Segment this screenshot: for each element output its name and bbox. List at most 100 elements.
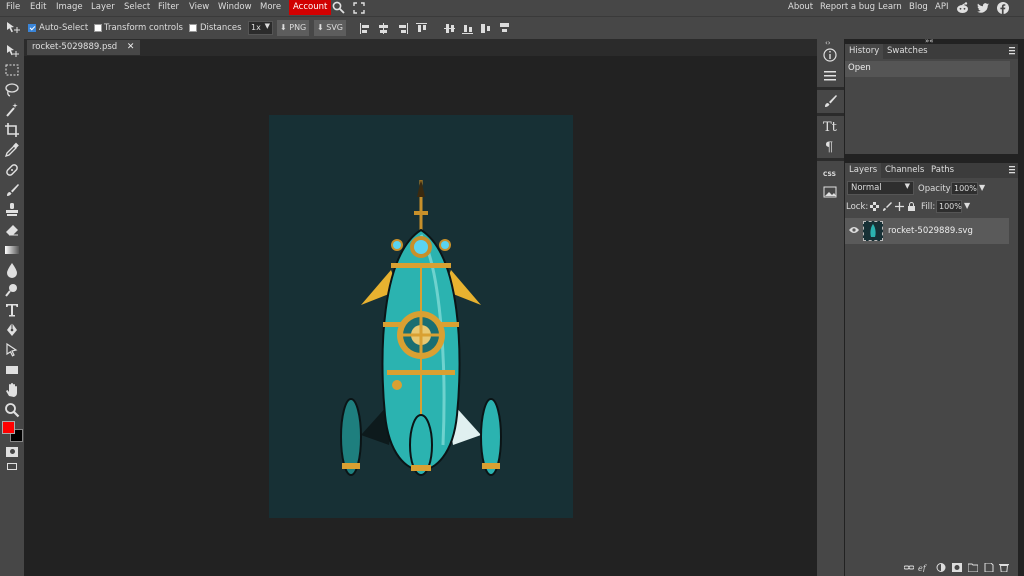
menu-edit[interactable]: Edit bbox=[30, 2, 46, 12]
opacity-dropdown-icon[interactable]: ▼ bbox=[979, 183, 985, 192]
panel-menu-icon[interactable] bbox=[1009, 166, 1015, 174]
menu-window[interactable]: Window bbox=[218, 2, 252, 12]
css-icon[interactable]: CSS bbox=[823, 166, 837, 180]
document-canvas[interactable] bbox=[269, 115, 573, 518]
export-svg-button[interactable]: ⬇ SVG bbox=[314, 20, 346, 36]
reddit-icon[interactable] bbox=[956, 2, 969, 14]
properties-icon[interactable] bbox=[823, 69, 837, 83]
menu-more[interactable]: More bbox=[260, 2, 281, 12]
link-learn[interactable]: Learn bbox=[878, 2, 902, 12]
menu-view[interactable]: View bbox=[189, 2, 209, 12]
close-icon[interactable]: ✕ bbox=[127, 42, 135, 52]
tab-paths[interactable]: Paths bbox=[931, 165, 954, 175]
document-tab[interactable]: rocket-5029889.psd ✕ bbox=[27, 40, 141, 55]
export-png-button[interactable]: ⬇ PNG bbox=[277, 20, 310, 36]
eraser-tool-button[interactable] bbox=[4, 222, 20, 238]
lock-all-icon[interactable] bbox=[907, 202, 916, 211]
layer-row[interactable]: rocket-5029889.svg bbox=[845, 218, 1009, 244]
link-layers-icon[interactable] bbox=[903, 563, 915, 572]
fill-dropdown-icon[interactable]: ▼ bbox=[964, 201, 970, 210]
align-right-icon[interactable] bbox=[397, 23, 408, 34]
move-tool-button[interactable] bbox=[4, 43, 20, 59]
menu-file[interactable]: File bbox=[6, 2, 20, 12]
menu-layer[interactable]: Layer bbox=[91, 2, 115, 12]
path-select-tool-button[interactable] bbox=[4, 342, 20, 358]
blur-tool-button[interactable] bbox=[4, 262, 20, 278]
eyedropper-tool-button[interactable] bbox=[4, 142, 20, 158]
marquee-tool-button[interactable] bbox=[4, 62, 20, 78]
screen-mode-icon[interactable] bbox=[7, 463, 17, 470]
eye-icon[interactable] bbox=[849, 226, 859, 234]
transform-controls-label: Transform controls bbox=[104, 23, 183, 33]
tab-layers[interactable]: Layers bbox=[845, 163, 882, 178]
quick-mask-icon[interactable] bbox=[6, 447, 18, 457]
menu-account[interactable]: Account bbox=[289, 0, 332, 15]
brush-settings-icon[interactable] bbox=[823, 94, 837, 108]
brush-tool-button[interactable] bbox=[4, 182, 20, 198]
new-folder-icon[interactable] bbox=[967, 563, 979, 573]
lasso-tool-button[interactable] bbox=[4, 82, 20, 98]
expand-left-icon[interactable]: ‹› bbox=[825, 39, 831, 47]
delete-layer-icon[interactable] bbox=[999, 563, 1009, 573]
tab-channels[interactable]: Channels bbox=[885, 165, 924, 175]
foreground-color-swatch-top[interactable] bbox=[2, 421, 15, 434]
options-bar: Auto-Select Transform controls Distances… bbox=[0, 16, 1024, 39]
blend-mode-value: Normal bbox=[851, 183, 882, 193]
zoom-select[interactable]: 1x ▼ bbox=[248, 21, 273, 35]
stamp-tool-button[interactable] bbox=[4, 202, 20, 218]
magic-wand-tool-button[interactable] bbox=[4, 102, 20, 118]
menu-filter[interactable]: Filter bbox=[158, 2, 179, 12]
auto-select-checkbox[interactable] bbox=[28, 24, 36, 32]
crop-tool-button[interactable] bbox=[4, 122, 20, 138]
link-blog[interactable]: Blog bbox=[909, 2, 928, 12]
align-bottom-icon[interactable] bbox=[462, 23, 473, 34]
link-report-bug[interactable]: Report a bug bbox=[820, 2, 875, 12]
lock-transparency-icon[interactable] bbox=[870, 202, 879, 211]
tab-history[interactable]: History bbox=[845, 44, 884, 59]
paragraph-icon[interactable]: ¶ bbox=[823, 139, 837, 155]
opacity-label: Opacity: bbox=[918, 184, 953, 194]
shape-tool-button[interactable] bbox=[4, 362, 20, 378]
transform-controls-checkbox[interactable] bbox=[94, 24, 102, 32]
zoom-tool-button[interactable] bbox=[4, 402, 20, 418]
link-about[interactable]: About bbox=[788, 2, 813, 12]
align-middle-v-icon[interactable] bbox=[444, 23, 455, 34]
image-icon[interactable] bbox=[823, 185, 837, 199]
align-top-icon[interactable] bbox=[416, 23, 427, 34]
type-tool-button[interactable] bbox=[4, 302, 20, 318]
fill-input[interactable]: 100% bbox=[936, 200, 962, 213]
align-left-icon[interactable] bbox=[360, 23, 371, 34]
document-tab-label: rocket-5029889.psd bbox=[32, 42, 118, 52]
opacity-input[interactable]: 100% bbox=[951, 182, 978, 195]
divider bbox=[817, 113, 844, 116]
history-entry[interactable]: Open bbox=[845, 61, 1010, 77]
distribute-v-icon[interactable] bbox=[499, 23, 510, 34]
distances-checkbox[interactable] bbox=[189, 24, 197, 32]
panel-menu-icon[interactable] bbox=[1009, 47, 1015, 55]
search-icon[interactable] bbox=[332, 1, 345, 14]
info-icon[interactable] bbox=[823, 48, 837, 62]
gradient-tool-button[interactable] bbox=[4, 242, 20, 258]
layer-effects-icon[interactable]: ef bbox=[918, 563, 928, 573]
twitter-icon[interactable] bbox=[977, 2, 990, 14]
layer-mask-icon[interactable] bbox=[952, 563, 962, 572]
character-icon[interactable]: Tt bbox=[823, 119, 838, 135]
dodge-tool-button[interactable] bbox=[4, 282, 20, 298]
menu-image[interactable]: Image bbox=[56, 2, 83, 12]
link-api[interactable]: API bbox=[935, 2, 948, 12]
fullscreen-icon[interactable] bbox=[353, 2, 365, 14]
align-center-h-icon[interactable] bbox=[378, 23, 389, 34]
distribute-h-icon[interactable] bbox=[481, 23, 492, 34]
history-panel-tabs: History Swatches bbox=[845, 44, 1018, 59]
healing-brush-tool-button[interactable] bbox=[4, 162, 20, 178]
tab-swatches[interactable]: Swatches bbox=[887, 46, 928, 56]
new-layer-icon[interactable] bbox=[984, 562, 994, 573]
lock-position-icon[interactable] bbox=[895, 202, 904, 211]
menu-select[interactable]: Select bbox=[124, 2, 150, 12]
facebook-icon[interactable] bbox=[997, 2, 1009, 14]
pen-tool-button[interactable] bbox=[4, 322, 20, 338]
lock-pixels-icon[interactable] bbox=[883, 202, 892, 211]
blend-mode-select[interactable]: Normal ▼ bbox=[847, 181, 914, 195]
hand-tool-button[interactable] bbox=[4, 382, 20, 398]
adjustment-layer-icon[interactable] bbox=[936, 563, 946, 572]
